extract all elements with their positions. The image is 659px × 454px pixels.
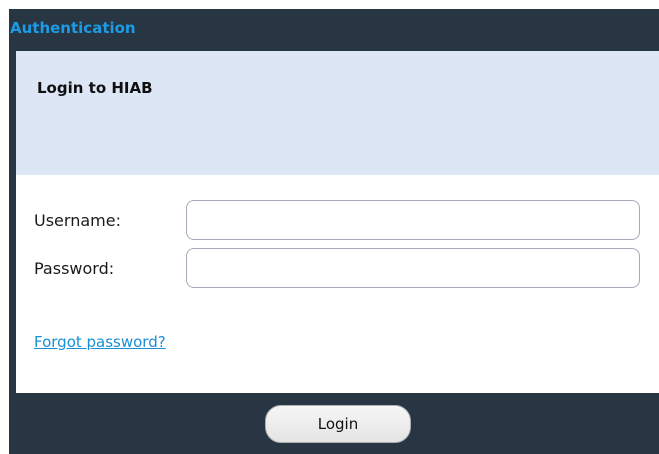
header-panel: Login to HIAB bbox=[16, 51, 659, 175]
username-label: Username: bbox=[34, 211, 121, 230]
login-button[interactable]: Login bbox=[265, 405, 411, 443]
authentication-dialog: Authentication Login to HIAB Username: P… bbox=[9, 9, 659, 454]
password-label: Password: bbox=[34, 259, 115, 278]
dialog-titlebar: Authentication bbox=[9, 9, 659, 50]
username-input[interactable] bbox=[186, 200, 640, 240]
login-form: Username: Password: Forgot password? bbox=[16, 175, 659, 393]
page-heading: Login to HIAB bbox=[37, 79, 153, 97]
dialog-title: Authentication bbox=[10, 19, 136, 37]
dialog-footer: Login bbox=[9, 393, 659, 454]
password-input[interactable] bbox=[186, 248, 640, 288]
forgot-password-link[interactable]: Forgot password? bbox=[34, 333, 166, 351]
